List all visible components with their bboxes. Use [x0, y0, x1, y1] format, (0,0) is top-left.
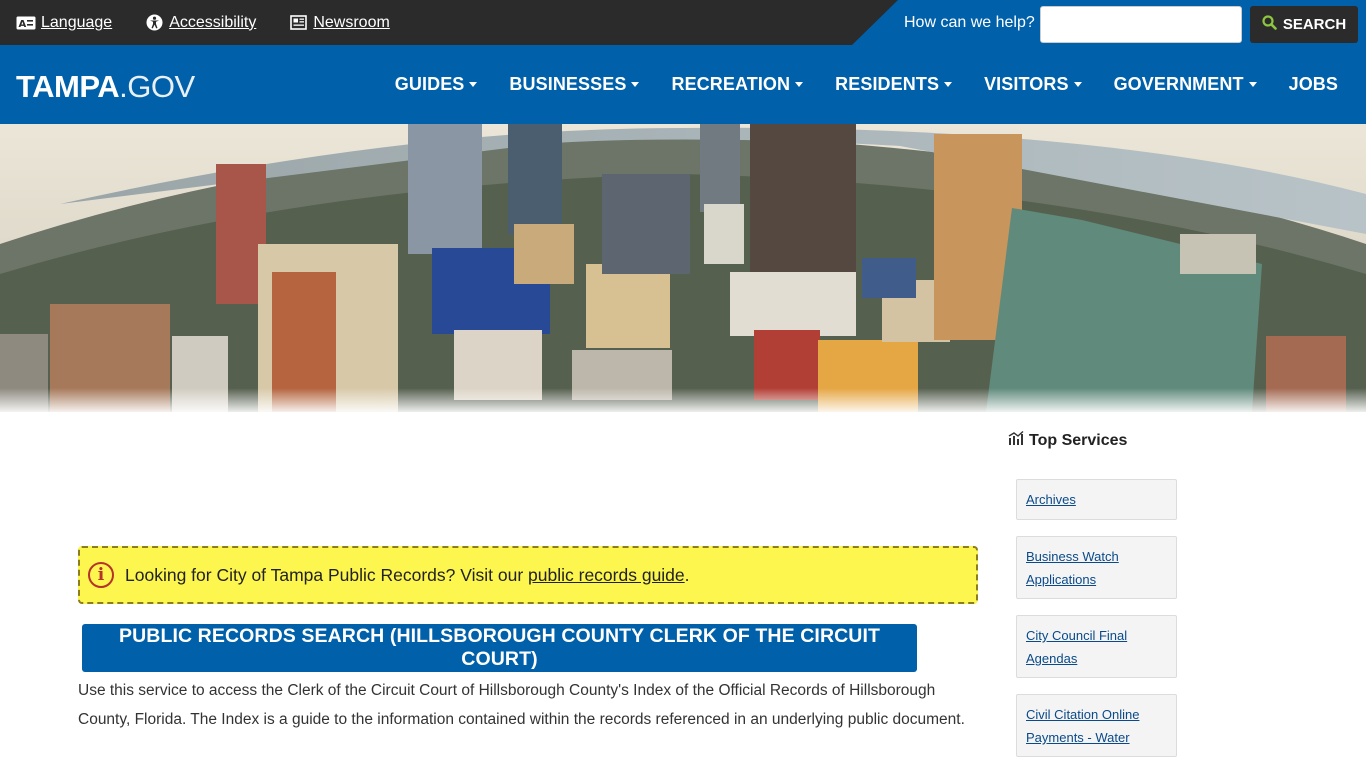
- service-card: Archives: [1016, 479, 1177, 520]
- nav-items: GUIDES BUSINESSES RECREATION RESIDENTS V…: [395, 45, 1338, 124]
- service-link-civil-citation[interactable]: Civil Citation Online Payments - Water: [1026, 703, 1167, 749]
- nav-jobs[interactable]: JOBS: [1289, 74, 1338, 95]
- nav-visitors-label: VISITORS: [984, 74, 1069, 94]
- newspaper-icon: [288, 15, 308, 31]
- caret-down-icon: [469, 82, 478, 87]
- language-label: Language: [41, 13, 113, 31]
- hero-skyline-image: [0, 124, 1366, 412]
- svg-text:A: A: [19, 19, 27, 30]
- search-button[interactable]: SEARCH: [1250, 6, 1358, 43]
- notice-end: .: [684, 564, 690, 585]
- site-logo[interactable]: TAMPA.GOV: [16, 69, 195, 105]
- caret-down-icon: [944, 82, 953, 87]
- accessibility-icon: [144, 14, 164, 31]
- newsroom-link[interactable]: Newsroom: [288, 13, 390, 32]
- skyline-illustration: [0, 124, 1366, 412]
- nav-recreation-label: RECREATION: [671, 74, 791, 94]
- nav-government-label: GOVERNMENT: [1113, 74, 1244, 94]
- search-input[interactable]: [1040, 6, 1242, 43]
- chart-trend-icon: [1008, 430, 1024, 450]
- service-link-business-watch[interactable]: Business Watch Applications: [1026, 545, 1167, 591]
- newsroom-label: Newsroom: [313, 13, 390, 31]
- caret-down-icon: [631, 82, 640, 87]
- nav-government[interactable]: GOVERNMENT: [1114, 74, 1257, 95]
- nav-businesses[interactable]: BUSINESSES: [509, 74, 640, 95]
- caret-down-icon: [1073, 82, 1082, 87]
- utility-links: A Language Accessibility Newsroom: [16, 0, 390, 45]
- utility-bar: A Language Accessibility Newsroom How ca…: [0, 0, 1366, 45]
- nav-businesses-label: BUSINESSES: [509, 74, 627, 94]
- service-card: City Council Final Agendas: [1016, 615, 1177, 678]
- top-services-heading: Top Services: [1008, 430, 1128, 450]
- nav-guides[interactable]: GUIDES: [395, 74, 478, 95]
- service-card: Business Watch Applications: [1016, 536, 1177, 599]
- nav-residents[interactable]: RESIDENTS: [835, 74, 953, 95]
- notice-text: Looking for City of Tampa Public Records…: [125, 564, 529, 585]
- service-link-council-agendas[interactable]: City Council Final Agendas: [1026, 624, 1167, 670]
- service-link-archives[interactable]: Archives: [1026, 488, 1167, 511]
- info-circle-icon: i: [88, 562, 114, 588]
- logo-primary: TAMPA: [16, 69, 120, 104]
- accessibility-link[interactable]: Accessibility: [144, 14, 256, 32]
- caret-down-icon: [795, 82, 804, 87]
- search-label: How can we help?: [904, 14, 1035, 31]
- caret-down-icon: [1248, 82, 1257, 87]
- language-link[interactable]: A Language: [16, 14, 112, 32]
- nav-jobs-label: JOBS: [1288, 74, 1338, 94]
- accessibility-label: Accessibility: [169, 13, 257, 31]
- public-records-guide-link[interactable]: public records guide: [528, 565, 685, 585]
- nav-recreation[interactable]: RECREATION: [671, 74, 804, 95]
- nav-visitors[interactable]: VISITORS: [984, 74, 1082, 95]
- top-services-title: Top Services: [1029, 431, 1128, 449]
- language-icon: A: [16, 15, 36, 31]
- logo-suffix: .GOV: [119, 69, 195, 104]
- records-description: Use this service to access the Clerk of …: [78, 682, 965, 728]
- nav-residents-label: RESIDENTS: [835, 74, 940, 94]
- nav-guides-label: GUIDES: [394, 74, 465, 94]
- search-button-label: SEARCH: [1282, 16, 1347, 33]
- service-card: Civil Citation Online Payments - Water: [1016, 694, 1177, 757]
- public-records-search-button[interactable]: PUBLIC RECORDS SEARCH (HILLSBOROUGH COUN…: [82, 624, 917, 672]
- main-nav: TAMPA.GOV GUIDES BUSINESSES RECREATION R…: [0, 45, 1366, 124]
- search-icon: [1262, 15, 1277, 34]
- public-records-notice: i Looking for City of Tampa Public Recor…: [78, 546, 978, 604]
